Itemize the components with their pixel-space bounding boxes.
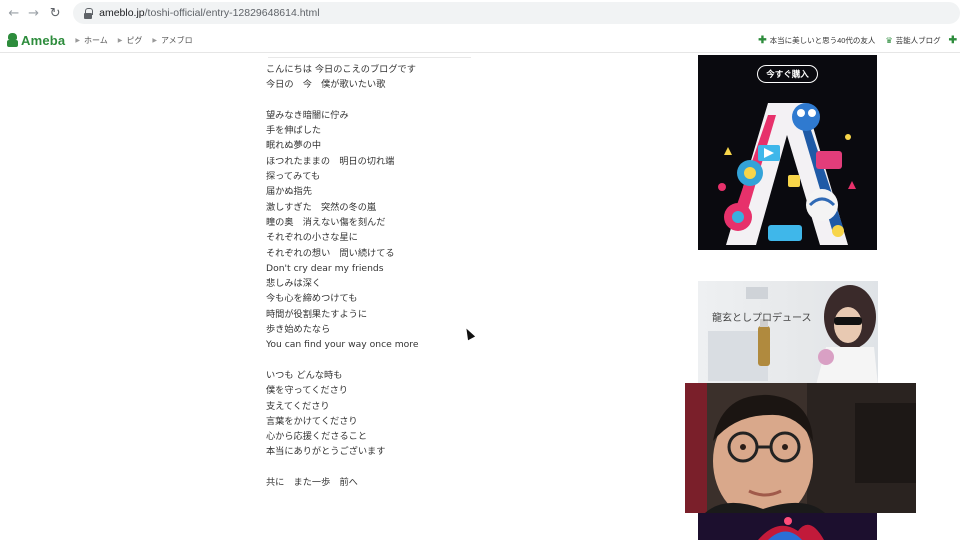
url-text: ameblo.jp/toshi-official/entry-128296486… [99, 7, 319, 19]
article-divider [268, 57, 471, 58]
nav-link-label: ホーム [83, 35, 108, 45]
ranking-link-celebrity[interactable]: ♛ 芸能人ブログ [885, 35, 940, 46]
nav-link-ameblo[interactable]: ▶ アメブロ [152, 35, 192, 46]
nav-link-pigg[interactable]: ▶ ピグ [118, 35, 143, 46]
article-line: いつも どんな時も [266, 369, 343, 381]
plus-icon: ✚ [948, 35, 957, 46]
article-line: 激しすぎた 突然の冬の嵐 [266, 201, 377, 213]
ad-banner-producer[interactable]: 龍玄としプロデュース [698, 281, 878, 385]
arrow-right-icon: → [28, 5, 39, 21]
article-line: Don't cry dear my friends [266, 262, 384, 274]
ranking-link-friend[interactable]: ✚ 本当に美しいと思う40代の友人 [758, 35, 875, 46]
nav-link-label: アメブロ [161, 35, 193, 45]
article-line [266, 460, 476, 475]
article-line: それぞれの想い 問い続けてる [266, 247, 395, 259]
ad-artwork [698, 513, 877, 540]
ad-banner-bottom[interactable] [698, 513, 877, 540]
article-line: 今も心を締めつけても [266, 293, 358, 305]
forward-button[interactable]: → [24, 3, 44, 23]
article-line: 探ってみても [266, 171, 321, 183]
article-line: 共に また一歩 前へ [266, 477, 358, 489]
article-line: 眠れぬ夢の中 [266, 140, 322, 152]
ameba-header: Ameba ▶ ホーム ▶ ピグ ▶ アメブロ ✚ 本当に美しいと思う40代の友… [0, 28, 960, 53]
crown-icon: ♛ [885, 36, 893, 45]
article-line: 支えてくださり [266, 400, 330, 412]
article-line: 心から応援くださること [266, 431, 368, 443]
reload-icon: ↻ [49, 5, 61, 21]
lock-icon [83, 7, 94, 19]
address-bar[interactable]: ameblo.jp/toshi-official/entry-128296486… [73, 2, 960, 24]
article-line [266, 93, 476, 108]
article-body: こんにちは 今日のこえのブログです 今日の 今 僕が歌いたい歌 望みなき暗闇に佇… [266, 62, 476, 490]
article-line: 手を伸ばした [266, 125, 322, 137]
article-line: 望みなき暗闇に佇み [266, 109, 349, 121]
ad-product-artwork [708, 285, 878, 385]
article-line: 瞳の奥 消えない傷を刻んだ [266, 216, 386, 228]
back-button[interactable]: ← [4, 3, 24, 23]
article-line: こんにちは 今日のこえのブログです [266, 64, 416, 75]
article-line: 届かぬ指先 [266, 186, 312, 198]
caret-right-icon: ▶ [75, 37, 80, 44]
ameba-logo-icon [7, 33, 18, 47]
article-line: 時間が役割果たすように [266, 308, 368, 320]
webcam-video [685, 383, 916, 513]
logo-text: Ameba [21, 32, 66, 48]
nav-link-home[interactable]: ▶ ホーム [75, 35, 107, 46]
article-line: それぞれの小さな星に [266, 232, 358, 244]
ad-title: 龍玄としプロデュース [712, 313, 812, 324]
webcam-overlay [685, 383, 916, 513]
article-line: 歩き始めたなら [266, 324, 331, 336]
ad-banner-music[interactable]: 今すぐ購入 [698, 55, 877, 250]
buy-now-button[interactable]: 今すぐ購入 [757, 65, 818, 83]
article-line: 今日の 今 僕が歌いたい歌 [266, 79, 386, 91]
ranking-link-label: 本当に美しいと思う40代の友人 [769, 36, 876, 45]
article-line: ほつれたままの 明日の切れ端 [266, 155, 395, 167]
article-line: 悲しみは深く [266, 278, 322, 290]
ameba-logo[interactable]: Ameba [7, 33, 65, 48]
article-line: 言葉をかけてくださり [266, 415, 358, 427]
arrow-left-icon: ← [8, 5, 20, 21]
article-line: You can find your way once more [266, 339, 419, 351]
ranking-link-more[interactable]: ✚ [949, 35, 960, 46]
url-host: ameblo.jp [99, 7, 145, 19]
ad-artwork [718, 103, 856, 245]
url-path: /toshi-official/entry-12829648614.html [144, 7, 320, 19]
reload-button[interactable]: ↻ [45, 3, 65, 23]
article-line: 僕を守ってくださり [266, 385, 348, 397]
caret-right-icon: ▶ [117, 37, 123, 44]
caret-right-icon: ▶ [152, 37, 157, 44]
browser-toolbar: ← → ↻ ameblo.jp/toshi-official/entry-128… [0, 0, 960, 26]
plus-icon: ✚ [758, 35, 767, 46]
nav-link-label: ピグ [126, 35, 143, 45]
ranking-link-label: 芸能人ブログ [895, 36, 941, 45]
article-line [266, 353, 476, 368]
article-line: 本当にありがとうございます [266, 446, 386, 458]
header-links: ✚ 本当に美しいと思う40代の友人 ♛ 芸能人ブログ ✚ [748, 28, 960, 53]
